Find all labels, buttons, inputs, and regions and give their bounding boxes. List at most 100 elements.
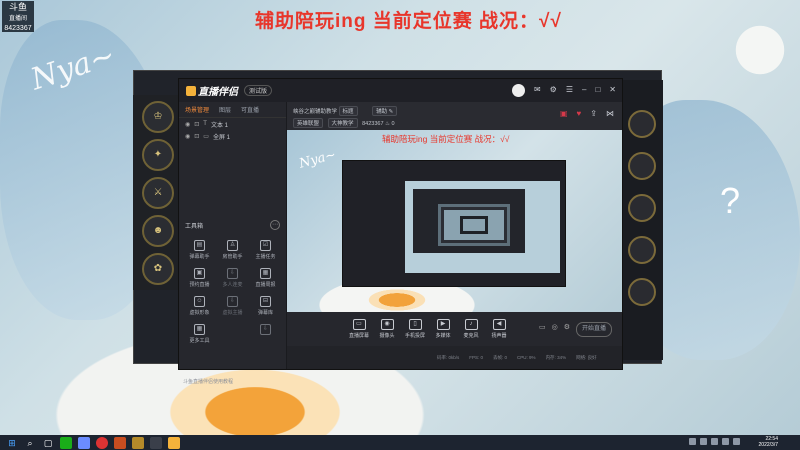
eye-icon[interactable]: ◉ (185, 121, 190, 128)
screen-capture-button[interactable]: ▭ 直播屏幕 (345, 319, 373, 339)
monitor-icon: ▭ (352, 319, 366, 330)
tool-download[interactable]: ⇩ (249, 324, 282, 344)
live-companion-icon[interactable] (168, 436, 180, 449)
titlebar: 直播伴侣 测试版 ✉ ⚙ ☰ – □ ✕ (179, 79, 622, 102)
tab-scene-manager[interactable]: 场景管理 (185, 105, 209, 114)
scene-panel: 场景管理 图层 可直播 ◉ ⊡ T 文本 1 ◉ ⊡ ▭ 全屏 1 工具箱 ⋯ … (179, 102, 287, 385)
outer-sword-icon[interactable]: ⚔ (142, 177, 174, 209)
outer-rank-icon[interactable]: ♔ (142, 101, 174, 133)
download-icon: ⇩ (260, 324, 271, 335)
main-app-window: 直播伴侣 测试版 ✉ ⚙ ☰ – □ ✕ 场景管理 图层 可直播 ◉ ⊡ T 文… (178, 78, 623, 385)
side-slot[interactable] (628, 194, 656, 222)
outer-grass-icon[interactable]: ✿ (142, 253, 174, 285)
tray-icon[interactable] (700, 438, 707, 445)
preview-nya-text: Nya~ (297, 147, 338, 172)
record-icon[interactable]: ▭ (539, 323, 546, 331)
app-icon[interactable] (78, 436, 90, 449)
browser-icon[interactable] (96, 436, 108, 449)
recursive-preview-deep (413, 189, 525, 253)
tool-tasks[interactable]: ☑ 主播任务 (249, 240, 282, 260)
tool-room-admin[interactable]: ♙ 房管助手 (216, 240, 249, 260)
tool-avatar[interactable]: ☺ 虚拟形象 (183, 296, 216, 316)
task-view-icon[interactable]: ▢ (42, 437, 54, 449)
user-avatar[interactable] (512, 84, 525, 97)
phone-cast-button[interactable]: ▯ 手机投屏 (401, 319, 429, 339)
gift-icon[interactable]: ▣ (560, 109, 568, 118)
tool-weekly-report[interactable]: ▦ 直播周报 (249, 268, 282, 288)
layer-row[interactable]: ◉ ⊡ ▭ 全屏 1 (179, 130, 286, 142)
layer-row[interactable]: ◉ ⊡ T 文本 1 (179, 118, 286, 130)
side-slot[interactable] (628, 278, 656, 306)
eye-icon[interactable]: ◉ (185, 133, 190, 140)
minimize-icon[interactable]: – (582, 85, 586, 95)
outer-support-icon[interactable]: ✦ (142, 139, 174, 171)
tool-danmu-library[interactable]: ⊟ 弹幕库 (249, 296, 282, 316)
recursive-preview (342, 160, 566, 287)
hot-icon: ♨ (385, 121, 390, 127)
tool-danmu-helper[interactable]: ▤ 弹幕助手 (183, 240, 216, 260)
tool-more[interactable]: ▦ 更多工具 (183, 324, 216, 344)
taskbar-clock[interactable]: 22:54 2022/3/7 (759, 436, 778, 448)
maximize-icon[interactable]: □ (595, 85, 600, 95)
microphone-button[interactable]: ♪ 麦克风 (457, 319, 485, 339)
eye-preview-icon[interactable]: ◎ (552, 323, 558, 331)
tool-vtuber[interactable]: ⇩ 虚拟主播 (216, 296, 249, 316)
camera-button[interactable]: ◉ 摄像头 (373, 319, 401, 339)
volume-icon[interactable] (733, 438, 740, 445)
tool-label: 更多工具 (189, 338, 210, 344)
tool-label: 弹幕库 (257, 310, 273, 316)
text-layer-icon: T (203, 121, 207, 127)
preview-banner-text: 辅助陪玩ing 当前定位赛 战况：√√ (382, 134, 510, 144)
tutorial-link[interactable]: 斗鱼直播伴侣使用教程 (183, 378, 233, 385)
recursive-tunnel (441, 207, 507, 243)
clock-date: 2022/3/7 (758, 442, 778, 448)
edit-title-button[interactable]: 标题 (338, 106, 358, 116)
link-icon[interactable]: ⋈ (606, 109, 614, 118)
app-icon[interactable] (150, 436, 162, 449)
side-slot[interactable] (628, 236, 656, 264)
search-icon[interactable]: ⌕ (24, 437, 36, 449)
category-value: 辅助 (376, 109, 388, 115)
menu-icon[interactable]: ☰ (566, 85, 573, 95)
button-label: 麦克风 (463, 333, 479, 339)
league-icon[interactable] (132, 436, 144, 449)
media-button[interactable]: ▶ 多媒体 (429, 319, 457, 339)
tag-game[interactable]: 英雄联盟 (293, 118, 324, 128)
fans-icon[interactable]: ♥ (577, 109, 582, 118)
speaker-button[interactable]: ◀ 扬声器 (485, 319, 513, 339)
taskbar: ⊞ ⌕ ▢ 22:54 2022/3/7 (0, 435, 800, 450)
app-name: 直播伴侣 (198, 87, 238, 98)
tray-icon[interactable] (711, 438, 718, 445)
start-live-button[interactable]: 开始直播 (576, 322, 612, 337)
close-icon[interactable]: ✕ (609, 85, 616, 95)
tab-layers[interactable]: 图层 (219, 105, 231, 114)
toolbox-more-button[interactable]: ⋯ (270, 220, 280, 230)
version-badge[interactable]: 测试版 (244, 85, 273, 96)
game-icon[interactable] (114, 436, 126, 449)
tray-icon[interactable] (689, 438, 696, 445)
tool-label: 虚拟形象 (189, 310, 210, 316)
windows-start-icon[interactable]: ⊞ (6, 437, 18, 449)
tab-live[interactable]: 可直播 (241, 105, 259, 114)
side-slot[interactable] (628, 152, 656, 180)
tool-multi-mic[interactable]: ⇩ 多人连麦 (216, 268, 249, 288)
message-icon[interactable]: ✉ (534, 85, 541, 95)
tool-label: 弹幕助手 (189, 254, 210, 260)
side-slot[interactable] (628, 110, 656, 138)
category-select[interactable]: 辅助 ✎ (372, 106, 398, 116)
lock-icon[interactable]: ⊡ (194, 133, 199, 140)
settings-icon[interactable]: ⚙ (550, 85, 557, 95)
logo-text: 斗鱼 (8, 2, 27, 12)
settings-gear-icon[interactable]: ⚙ (564, 323, 570, 331)
share-icon[interactable]: ⇪ (590, 109, 597, 118)
stream-preview[interactable]: 辅助陪玩ing 当前定位赛 战况：√√ Nya~ (287, 130, 622, 312)
tray-icon[interactable] (722, 438, 729, 445)
download-icon: ⇩ (227, 268, 238, 279)
tag-teaching[interactable]: 大神教学 (327, 118, 358, 128)
tool-schedule[interactable]: ▣ 预约直播 (183, 268, 216, 288)
wechat-icon[interactable] (60, 436, 72, 449)
screen-layer-icon: ▭ (203, 133, 209, 140)
lock-icon[interactable]: ⊡ (194, 121, 199, 128)
extra-controls: ▭ ◎ ⚙ (539, 323, 570, 331)
outer-avatar-icon[interactable]: ☻ (142, 215, 174, 247)
